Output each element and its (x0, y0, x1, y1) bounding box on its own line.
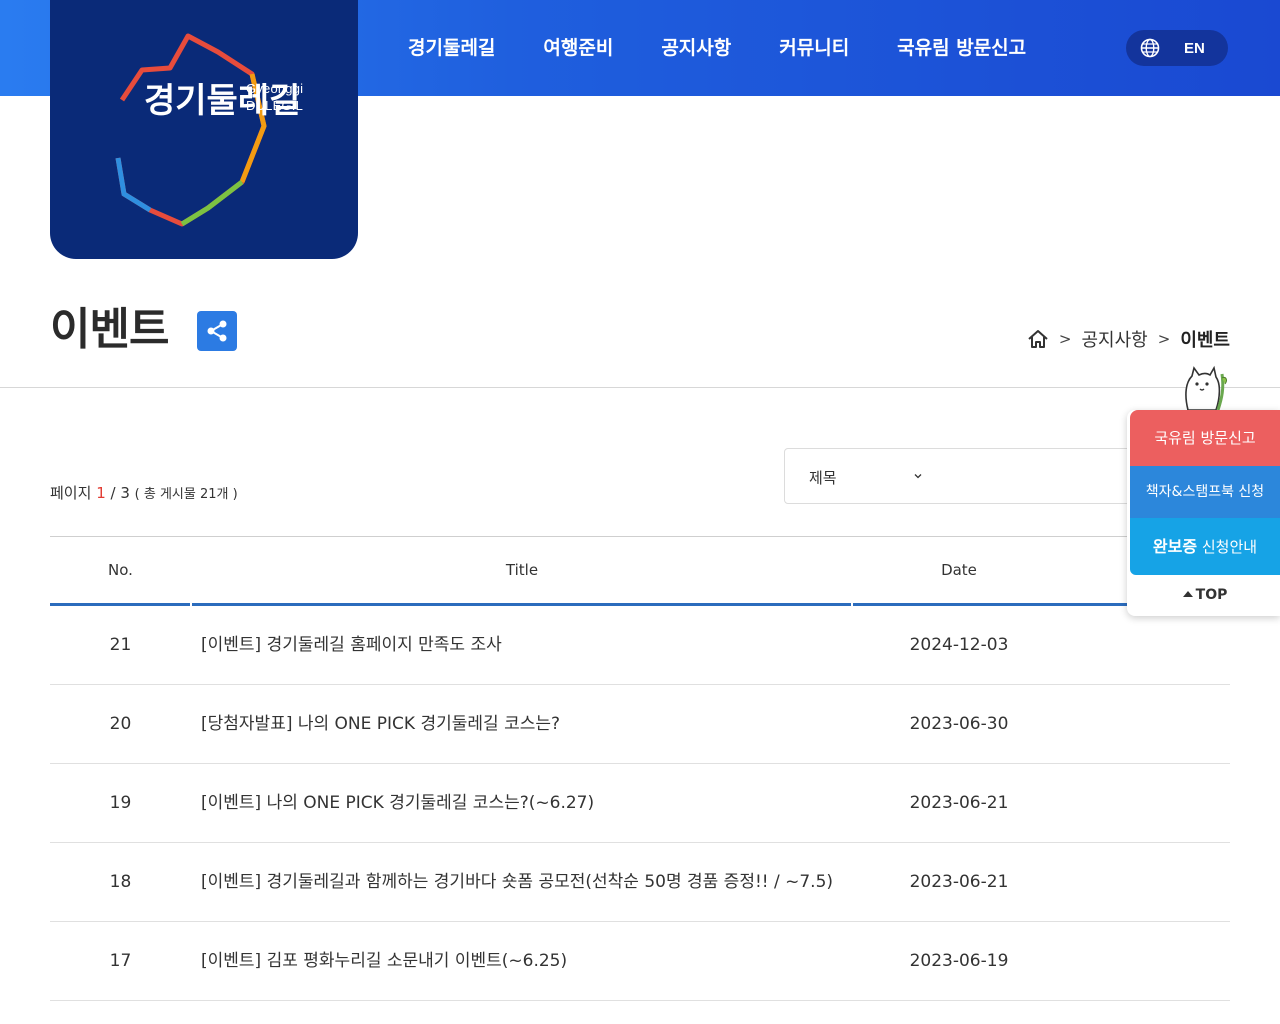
quick-completion-button[interactable]: 완보증 신청안내 (1130, 518, 1280, 575)
dulegil-logo-icon: 경기둘레길 (115, 33, 300, 227)
row-title-link[interactable]: [이벤트] 김포 평화누리길 소문내기 이벤트(~6.25) (201, 922, 567, 1000)
table-row[interactable]: 21 [이벤트] 경기둘레길 홈페이지 만족도 조사 2024-12-03 (50, 606, 1230, 685)
site-logo[interactable]: 경기둘레길 Gyeonggi DULEGIL (50, 0, 358, 259)
breadcrumb-current: 이벤트 (1180, 330, 1230, 351)
total-posts: ( 총 게시물 21개 ) (134, 487, 238, 502)
row-title-link[interactable]: [이벤트] 경기둘레길 홈페이지 만족도 조사 (201, 606, 502, 684)
table-row[interactable]: 20 [당첨자발표] 나의 ONE PICK 경기둘레길 코스는? 2023-0… (50, 685, 1230, 764)
breadcrumb-notice[interactable]: 공지사항 (1081, 326, 1147, 352)
row-number: 20 (109, 714, 132, 734)
row-date: 2023-06-19 (909, 951, 1009, 971)
share-button[interactable] (197, 311, 237, 351)
arrow-up-icon (1182, 591, 1193, 597)
main-nav: 경기둘레길 여행준비 공지사항 커뮤니티 국유림 방문신고 (408, 34, 1074, 62)
row-number: 17 (109, 951, 132, 971)
globe-icon (1140, 38, 1160, 58)
nav-item-dulegil[interactable]: 경기둘레길 (408, 34, 495, 62)
search-field-select[interactable]: 제목 (784, 448, 1144, 504)
nav-item-travel-prep[interactable]: 여행준비 (543, 34, 613, 62)
row-title-link[interactable]: [이벤트] 경기둘레길과 함께하는 경기바다 숏폼 공모전(선착순 50명 경품… (201, 843, 833, 921)
row-number: 21 (109, 635, 132, 655)
page-title: 이벤트 (50, 304, 169, 355)
row-date: 2023-06-30 (909, 714, 1009, 734)
total-pages: / 3 (110, 484, 130, 502)
table-header: No. Title Date (50, 536, 1230, 606)
search-field-value: 제목 (809, 469, 837, 487)
mascot-icon (1185, 365, 1227, 411)
row-date: 2023-06-21 (909, 872, 1009, 892)
table-row[interactable]: 18 [이벤트] 경기둘레길과 함께하는 경기바다 숏폼 공모전(선착순 50명… (50, 843, 1230, 922)
chevron-down-icon (914, 474, 922, 479)
column-header-no: No. (108, 561, 133, 579)
row-date: 2023-06-21 (909, 793, 1009, 813)
row-title-link[interactable]: [당첨자발표] 나의 ONE PICK 경기둘레길 코스는? (201, 685, 560, 763)
quick-stampbook-button[interactable]: 책자&스탬프북 신청 (1130, 466, 1280, 518)
column-header-date: Date (941, 561, 977, 579)
event-table: No. Title Date 21 [이벤트] 경기둘레길 홈페이지 만족도 조… (50, 536, 1230, 1001)
language-label: EN (1184, 39, 1205, 57)
breadcrumb-separator: > (1157, 330, 1171, 348)
nav-item-community[interactable]: 커뮤니티 (779, 34, 849, 62)
nav-item-forest-report[interactable]: 국유림 방문신고 (897, 34, 1026, 62)
quick-forest-report-button[interactable]: 국유림 방문신고 (1130, 410, 1280, 466)
home-icon[interactable] (1027, 329, 1049, 349)
share-icon (207, 320, 227, 342)
page-info: 페이지 1 / 3 ( 총 게시물 21개 ) (50, 484, 238, 502)
scroll-top-button[interactable]: TOP (1130, 575, 1280, 616)
table-row[interactable]: 17 [이벤트] 김포 평화누리길 소문내기 이벤트(~6.25) 2023-0… (50, 922, 1230, 1001)
column-header-title: Title (505, 561, 539, 579)
language-toggle[interactable]: EN (1126, 30, 1228, 66)
row-date: 2024-12-03 (909, 635, 1009, 655)
table-row[interactable]: 19 [이벤트] 나의 ONE PICK 경기둘레길 코스는?(~6.27) 2… (50, 764, 1230, 843)
quick-menu: 국유림 방문신고 책자&스탬프북 신청 완보증 신청안내 TOP (1127, 410, 1280, 616)
row-number: 18 (109, 872, 132, 892)
row-title-link[interactable]: [이벤트] 나의 ONE PICK 경기둘레길 코스는?(~6.27) (201, 764, 594, 842)
logo-en-text: Gyeonggi DULEGIL (246, 81, 304, 113)
title-divider (0, 387, 1280, 388)
row-number: 19 (109, 793, 132, 813)
current-page: 1 (96, 484, 106, 502)
nav-item-notice[interactable]: 공지사항 (661, 34, 731, 62)
breadcrumb: > 공지사항 > 이벤트 (1027, 326, 1230, 352)
breadcrumb-separator: > (1058, 330, 1072, 348)
